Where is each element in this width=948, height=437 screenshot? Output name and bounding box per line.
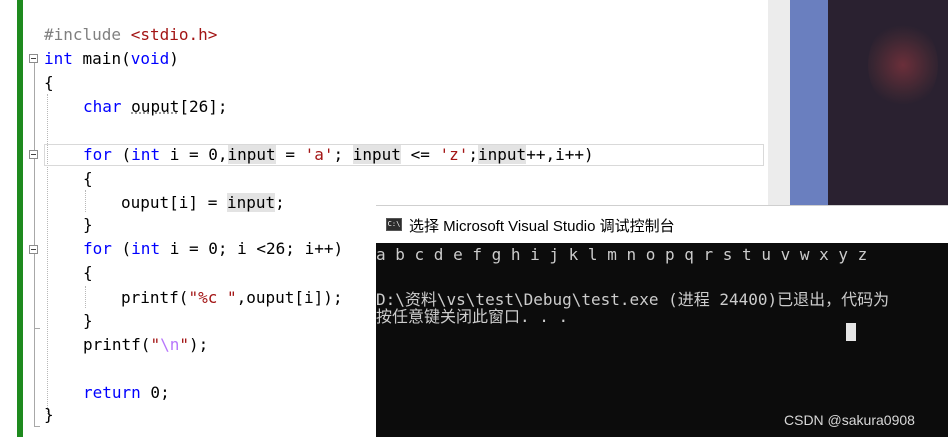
code-line-10: for (int i = 0; i <26; i++): [83, 239, 344, 258]
fold-main-icon[interactable]: [29, 54, 38, 63]
code-line-13: }: [83, 311, 93, 330]
console-title-bar[interactable]: C:\ 选择 Microsoft Visual Studio 调试控制台: [376, 205, 948, 243]
console-title: 选择 Microsoft Visual Studio 调试控制台: [409, 218, 675, 235]
console-output-area[interactable]: a b c d e f g h i j k l m n o p q r s t …: [376, 243, 948, 437]
code-line-12: printf("%c ",ouput[i]);: [121, 288, 343, 307]
code-line-2: int main(void): [44, 49, 179, 68]
fold-end-marker: [34, 426, 40, 427]
fold-for2-icon[interactable]: [29, 245, 38, 254]
console-app-icon: C:\: [386, 218, 402, 231]
change-tracking-bar: [17, 0, 23, 437]
code-line-7: {: [83, 169, 93, 188]
code-line-1: #include <stdio.h>: [44, 25, 218, 44]
console-cursor: [846, 323, 856, 341]
fold-end-marker: [34, 328, 40, 329]
code-line-16: return 0;: [83, 383, 170, 402]
console-output-line: a b c d e f g h i j k l m n o p q r s t …: [376, 245, 868, 264]
indent-guide: [85, 190, 86, 212]
code-line-6: for (int i = 0,input = 'a'; input <= 'z'…: [83, 145, 594, 164]
code-line-14: printf("\n");: [83, 335, 209, 354]
fold-for1-icon[interactable]: [29, 150, 38, 159]
code-line-11: {: [83, 263, 93, 282]
indent-guide: [85, 286, 86, 308]
desktop-wallpaper: [768, 0, 948, 205]
code-line-9: }: [83, 215, 93, 234]
debug-console-window[interactable]: C:\ 选择 Microsoft Visual Studio 调试控制台 a b…: [376, 205, 948, 437]
indent-guide: [47, 94, 48, 414]
code-line-4: char ouput[26];: [83, 97, 228, 116]
code-line-17: }: [44, 405, 54, 424]
console-output-line: 按任意键关闭此窗口. . .: [376, 307, 569, 326]
code-line-3: {: [44, 73, 54, 92]
watermark: CSDN @sakura0908: [784, 412, 915, 428]
code-line-8: ouput[i] = input;: [121, 193, 285, 212]
outline-line: [34, 60, 35, 426]
